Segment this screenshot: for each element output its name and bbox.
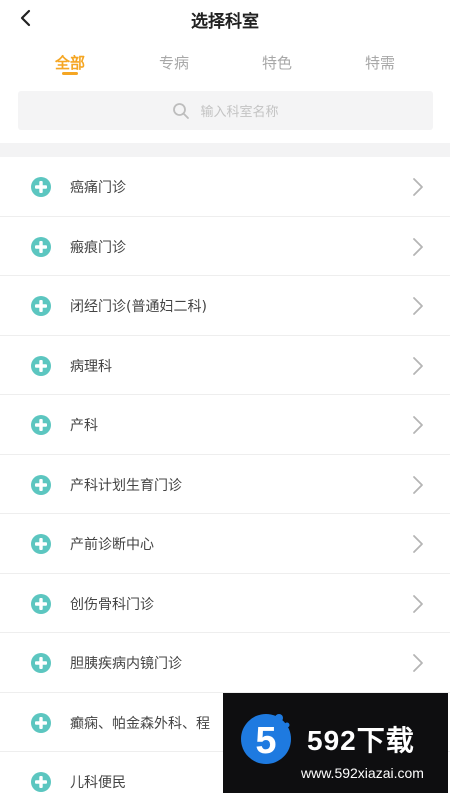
chevron-right-icon — [413, 654, 423, 672]
department-row[interactable]: 创伤骨科门诊 — [0, 574, 450, 633]
chevron-right-icon — [413, 535, 423, 553]
chevron-right-icon — [413, 178, 423, 196]
department-name: 产科 — [70, 418, 98, 434]
department-name: 闭经门诊(普通妇二科) — [70, 299, 207, 315]
tab-all[interactable]: 全部 — [30, 52, 110, 73]
department-row[interactable]: 产科 — [0, 395, 450, 455]
section-divider — [0, 143, 450, 157]
plus-circle-icon — [31, 355, 51, 376]
tab-featured[interactable]: 特色 — [237, 52, 317, 73]
department-row[interactable]: 闭经门诊(普通妇二科) — [0, 276, 450, 336]
page-title: 选择科室 — [191, 12, 259, 32]
tab-vip[interactable]: 特需 — [340, 52, 420, 73]
category-tabs: 全部 专病 特色 特需 — [0, 48, 450, 82]
department-name: 产前诊断中心 — [70, 537, 154, 553]
plus-circle-icon — [31, 177, 51, 197]
department-row[interactable]: 病理科 — [0, 336, 450, 395]
chevron-right-icon — [413, 237, 423, 256]
department-row[interactable]: 胆胰疾病内镜门诊 — [0, 633, 450, 693]
watermark-banner: 5 592下载 www.592xiazai.com — [223, 693, 448, 793]
department-name: 瘢痕门诊 — [70, 239, 126, 256]
department-name: 癫痫、帕金森外科、程 — [70, 715, 210, 732]
department-name: 创伤骨科门诊 — [70, 596, 154, 613]
plus-circle-icon — [31, 236, 51, 257]
plus-circle-icon — [31, 593, 51, 614]
watermark-brand: 592下载 — [307, 725, 415, 756]
department-name: 癌痛门诊 — [70, 180, 126, 196]
plus-circle-icon — [31, 653, 51, 673]
active-tab-indicator — [62, 72, 78, 75]
plus-circle-icon — [31, 534, 51, 554]
department-row[interactable]: 产前诊断中心 — [0, 514, 450, 574]
plus-circle-icon — [31, 415, 51, 435]
plus-circle-icon — [31, 772, 51, 792]
department-name: 儿科便民 — [70, 775, 126, 791]
plus-circle-icon — [31, 712, 51, 733]
department-row[interactable]: 产科计划生育门诊 — [0, 455, 450, 514]
chevron-right-icon — [413, 416, 423, 434]
search-placeholder: 输入科室名称 — [200, 105, 279, 120]
plus-circle-icon — [31, 474, 51, 495]
tab-specialty-disease[interactable]: 专病 — [134, 52, 214, 73]
search-icon — [173, 102, 190, 119]
department-row[interactable]: 癌痛门诊 — [0, 157, 450, 217]
chevron-right-icon — [413, 297, 423, 315]
svg-text:5: 5 — [255, 720, 276, 762]
chevron-right-icon — [413, 356, 423, 375]
department-name: 病理科 — [70, 358, 112, 375]
department-name: 产科计划生育门诊 — [70, 477, 182, 494]
search-input[interactable]: 输入科室名称 — [18, 91, 433, 130]
chevron-right-icon — [413, 475, 423, 494]
brand-logo-icon: 5 — [241, 714, 291, 764]
department-row[interactable]: 瘢痕门诊 — [0, 217, 450, 276]
watermark-url: www.592xiazai.com — [301, 765, 424, 781]
header-bar: 选择科室 — [0, 0, 450, 38]
department-name: 胆胰疾病内镜门诊 — [70, 656, 182, 672]
plus-circle-icon — [31, 296, 51, 316]
chevron-right-icon — [413, 594, 423, 613]
